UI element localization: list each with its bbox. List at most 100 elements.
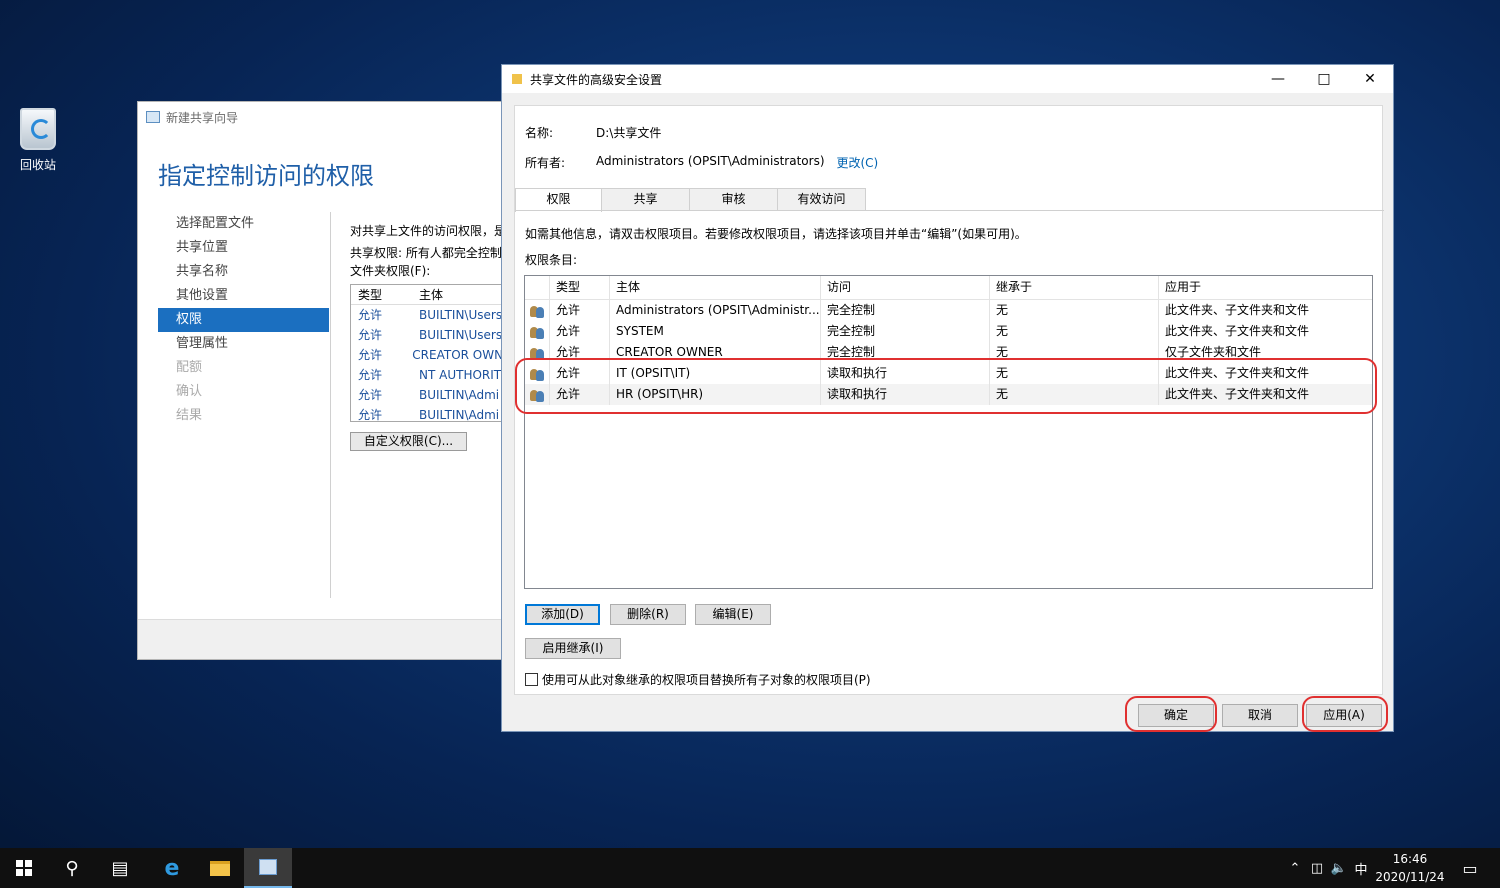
wizard-nav-item[interactable]: 共享名称 — [158, 260, 329, 284]
cell-type: 允许 — [358, 388, 383, 402]
entry-applies: 此文件夹、子文件夹和文件 — [1165, 324, 1310, 338]
wizard-nav-item-active[interactable]: 权限 — [158, 308, 329, 332]
recycle-bin-icon — [20, 108, 56, 150]
entry-type: 允许 — [550, 321, 610, 342]
permission-entries-list[interactable]: 类型 主体 访问 继承于 应用于 允许 Administrators (OPSI… — [524, 275, 1373, 589]
wizard-description: 对共享上文件的访问权限，是 — [350, 224, 507, 238]
window-controls: — □ ✕ — [1255, 65, 1393, 93]
column-header-principal[interactable]: 主体 — [610, 276, 821, 299]
table-row[interactable]: 允许 BUILTIN\Admi — [351, 385, 508, 405]
tab-effective-access[interactable]: 有效访问 — [777, 188, 866, 210]
column-header-icon — [525, 276, 550, 299]
wizard-title: 新建共享向导 — [166, 110, 239, 125]
highlight-ring-apply — [1302, 696, 1388, 732]
add-button[interactable]: 添加(D) — [525, 604, 600, 625]
cell-principal: BUILTIN\Users — [419, 308, 503, 322]
wizard-nav-item-disabled: 结果 — [176, 408, 203, 423]
cell-type: 允许 — [358, 368, 383, 382]
search-icon[interactable]: ⚲ — [48, 848, 96, 888]
table-row[interactable]: 允许 BUILTIN\Users — [351, 325, 508, 345]
start-button[interactable] — [0, 848, 48, 888]
remove-button[interactable]: 删除(R) — [610, 604, 686, 625]
name-value: D:\共享文件 — [596, 126, 662, 140]
name-label: 名称: — [525, 126, 554, 140]
highlight-ring-entries — [515, 358, 1377, 414]
entry-inherited: 无 — [990, 321, 1159, 342]
recycle-bin[interactable]: 回收站 — [10, 108, 66, 173]
entry-access: 完全控制 — [821, 321, 990, 342]
folder-permission-table[interactable]: 类型 主体 允许 BUILTIN\Users 允许 BUILTIN\Users 允许… — [350, 284, 508, 422]
taskbar: ⚲ ▤ e ⌃ ◫ 🔈 中 16:46 2020/11/24 ▭ — [0, 848, 1500, 888]
server-manager-icon[interactable] — [244, 848, 292, 888]
user-group-icon — [525, 321, 550, 342]
owner-row: 所有者: Administrators (OPSIT\Administrator… — [525, 154, 878, 171]
minimize-icon[interactable]: — — [1255, 65, 1301, 93]
entry-type: 允许 — [550, 300, 610, 321]
dialog-tabs: 权限 共享 审核 有效访问 — [515, 188, 866, 212]
wizard-nav-item[interactable]: 其他设置 — [158, 284, 329, 308]
wizard-nav-item[interactable]: 管理属性 — [158, 332, 329, 356]
entry-inherited: 无 — [990, 300, 1159, 321]
user-group-icon — [525, 300, 550, 321]
cancel-button[interactable]: 取消 — [1222, 704, 1298, 727]
column-header-type[interactable]: 类型 — [351, 285, 411, 304]
recycle-bin-label: 回收站 — [19, 158, 56, 172]
volume-icon[interactable]: 🔈 — [1328, 861, 1350, 876]
replace-child-permissions-row[interactable]: 使用可从此对象继承的权限项目替换所有子对象的权限项目(P) — [525, 671, 871, 688]
wizard-nav-item[interactable]: 共享位置 — [158, 236, 329, 260]
system-tray: ⌃ ◫ 🔈 中 — [1284, 848, 1372, 888]
clock-date: 2020/11/24 — [1375, 870, 1445, 884]
column-header-applies[interactable]: 应用于 — [1159, 276, 1372, 299]
enable-inheritance-button[interactable]: 启用继承(I) — [525, 638, 621, 659]
cell-principal: CREATOR OWNER — [412, 348, 508, 362]
task-view-icon[interactable]: ▤ — [96, 848, 144, 888]
entries-label: 权限条目: — [525, 253, 578, 267]
wizard-nav: 选择配置文件 共享位置 共享名称 其他设置 权限 管理属性 配额 确认 结果 — [158, 212, 329, 428]
clock-time: 16:46 — [1392, 852, 1428, 866]
tab-share[interactable]: 共享 — [601, 188, 690, 210]
clock[interactable]: 16:46 2020/11/24 — [1374, 850, 1446, 886]
maximize-icon[interactable]: □ — [1301, 65, 1347, 93]
wizard-titlebar[interactable]: 新建共享向导 — [138, 102, 506, 132]
dialog-title: 共享文件的高级安全设置 — [530, 72, 663, 87]
ime-indicator[interactable]: 中 — [1350, 859, 1372, 878]
wizard-divider — [330, 212, 331, 598]
replace-child-permissions-checkbox[interactable] — [525, 673, 538, 686]
file-explorer-icon[interactable] — [196, 848, 244, 888]
notifications-icon[interactable]: ▭ — [1446, 848, 1494, 888]
table-row[interactable]: 允许 NT AUTHORITY — [351, 365, 508, 385]
cell-type: 允许 — [358, 328, 383, 342]
table-row[interactable]: 允许 BUILTIN\Admi — [351, 405, 508, 421]
close-icon[interactable]: ✕ — [1347, 65, 1393, 93]
wizard-content: 对共享上文件的访问权限，是 共享权限: 所有人都完全控制 文件夹权限(F): 类… — [350, 220, 508, 451]
column-header-type[interactable]: 类型 — [550, 276, 610, 299]
wizard-nav-item[interactable]: 选择配置文件 — [158, 212, 329, 236]
table-row[interactable]: 允许 CREATOR OWNER — [351, 345, 508, 365]
column-header-access[interactable]: 访问 — [821, 276, 990, 299]
list-item[interactable]: 允许 Administrators (OPSIT\Administr... 完全… — [525, 300, 1372, 321]
windows-logo-icon — [16, 860, 32, 876]
change-owner-link[interactable]: 更改(C) — [837, 154, 879, 171]
permissions-panel: 如需其他信息，请双击权限项目。若要修改权限项目，请选择该项目并单击“编辑”(如果… — [515, 210, 1384, 695]
edit-button[interactable]: 编辑(E) — [695, 604, 771, 625]
cell-principal: BUILTIN\Admi — [419, 388, 500, 402]
list-header: 类型 主体 访问 继承于 应用于 — [525, 276, 1372, 300]
new-share-wizard-window: 新建共享向导 指定控制访问的权限 选择配置文件 共享位置 共享名称 其他设置 权… — [137, 101, 508, 660]
tab-permissions[interactable]: 权限 — [515, 188, 602, 212]
owner-label: 所有者: — [525, 156, 566, 170]
list-item[interactable]: 允许 SYSTEM 完全控制 无 此文件夹、子文件夹和文件 — [525, 321, 1372, 342]
column-header-inherited[interactable]: 继承于 — [990, 276, 1159, 299]
show-hidden-icons-icon[interactable]: ⌃ — [1284, 861, 1306, 876]
tab-auditing[interactable]: 审核 — [689, 188, 778, 210]
network-icon[interactable]: ◫ — [1306, 861, 1328, 876]
table-header: 类型 主体 — [351, 285, 508, 305]
replace-child-permissions-label: 使用可从此对象继承的权限项目替换所有子对象的权限项目(P) — [542, 673, 871, 687]
internet-explorer-icon[interactable]: e — [148, 848, 196, 888]
share-wizard-icon — [146, 111, 160, 123]
column-header-principal[interactable]: 主体 — [411, 285, 443, 304]
entry-principal: SYSTEM — [610, 321, 821, 342]
table-row[interactable]: 允许 BUILTIN\Users — [351, 305, 508, 325]
custom-permissions-button[interactable]: 自定义权限(C)... — [350, 432, 467, 451]
entry-access: 完全控制 — [821, 300, 990, 321]
entry-applies: 此文件夹、子文件夹和文件 — [1165, 303, 1310, 317]
